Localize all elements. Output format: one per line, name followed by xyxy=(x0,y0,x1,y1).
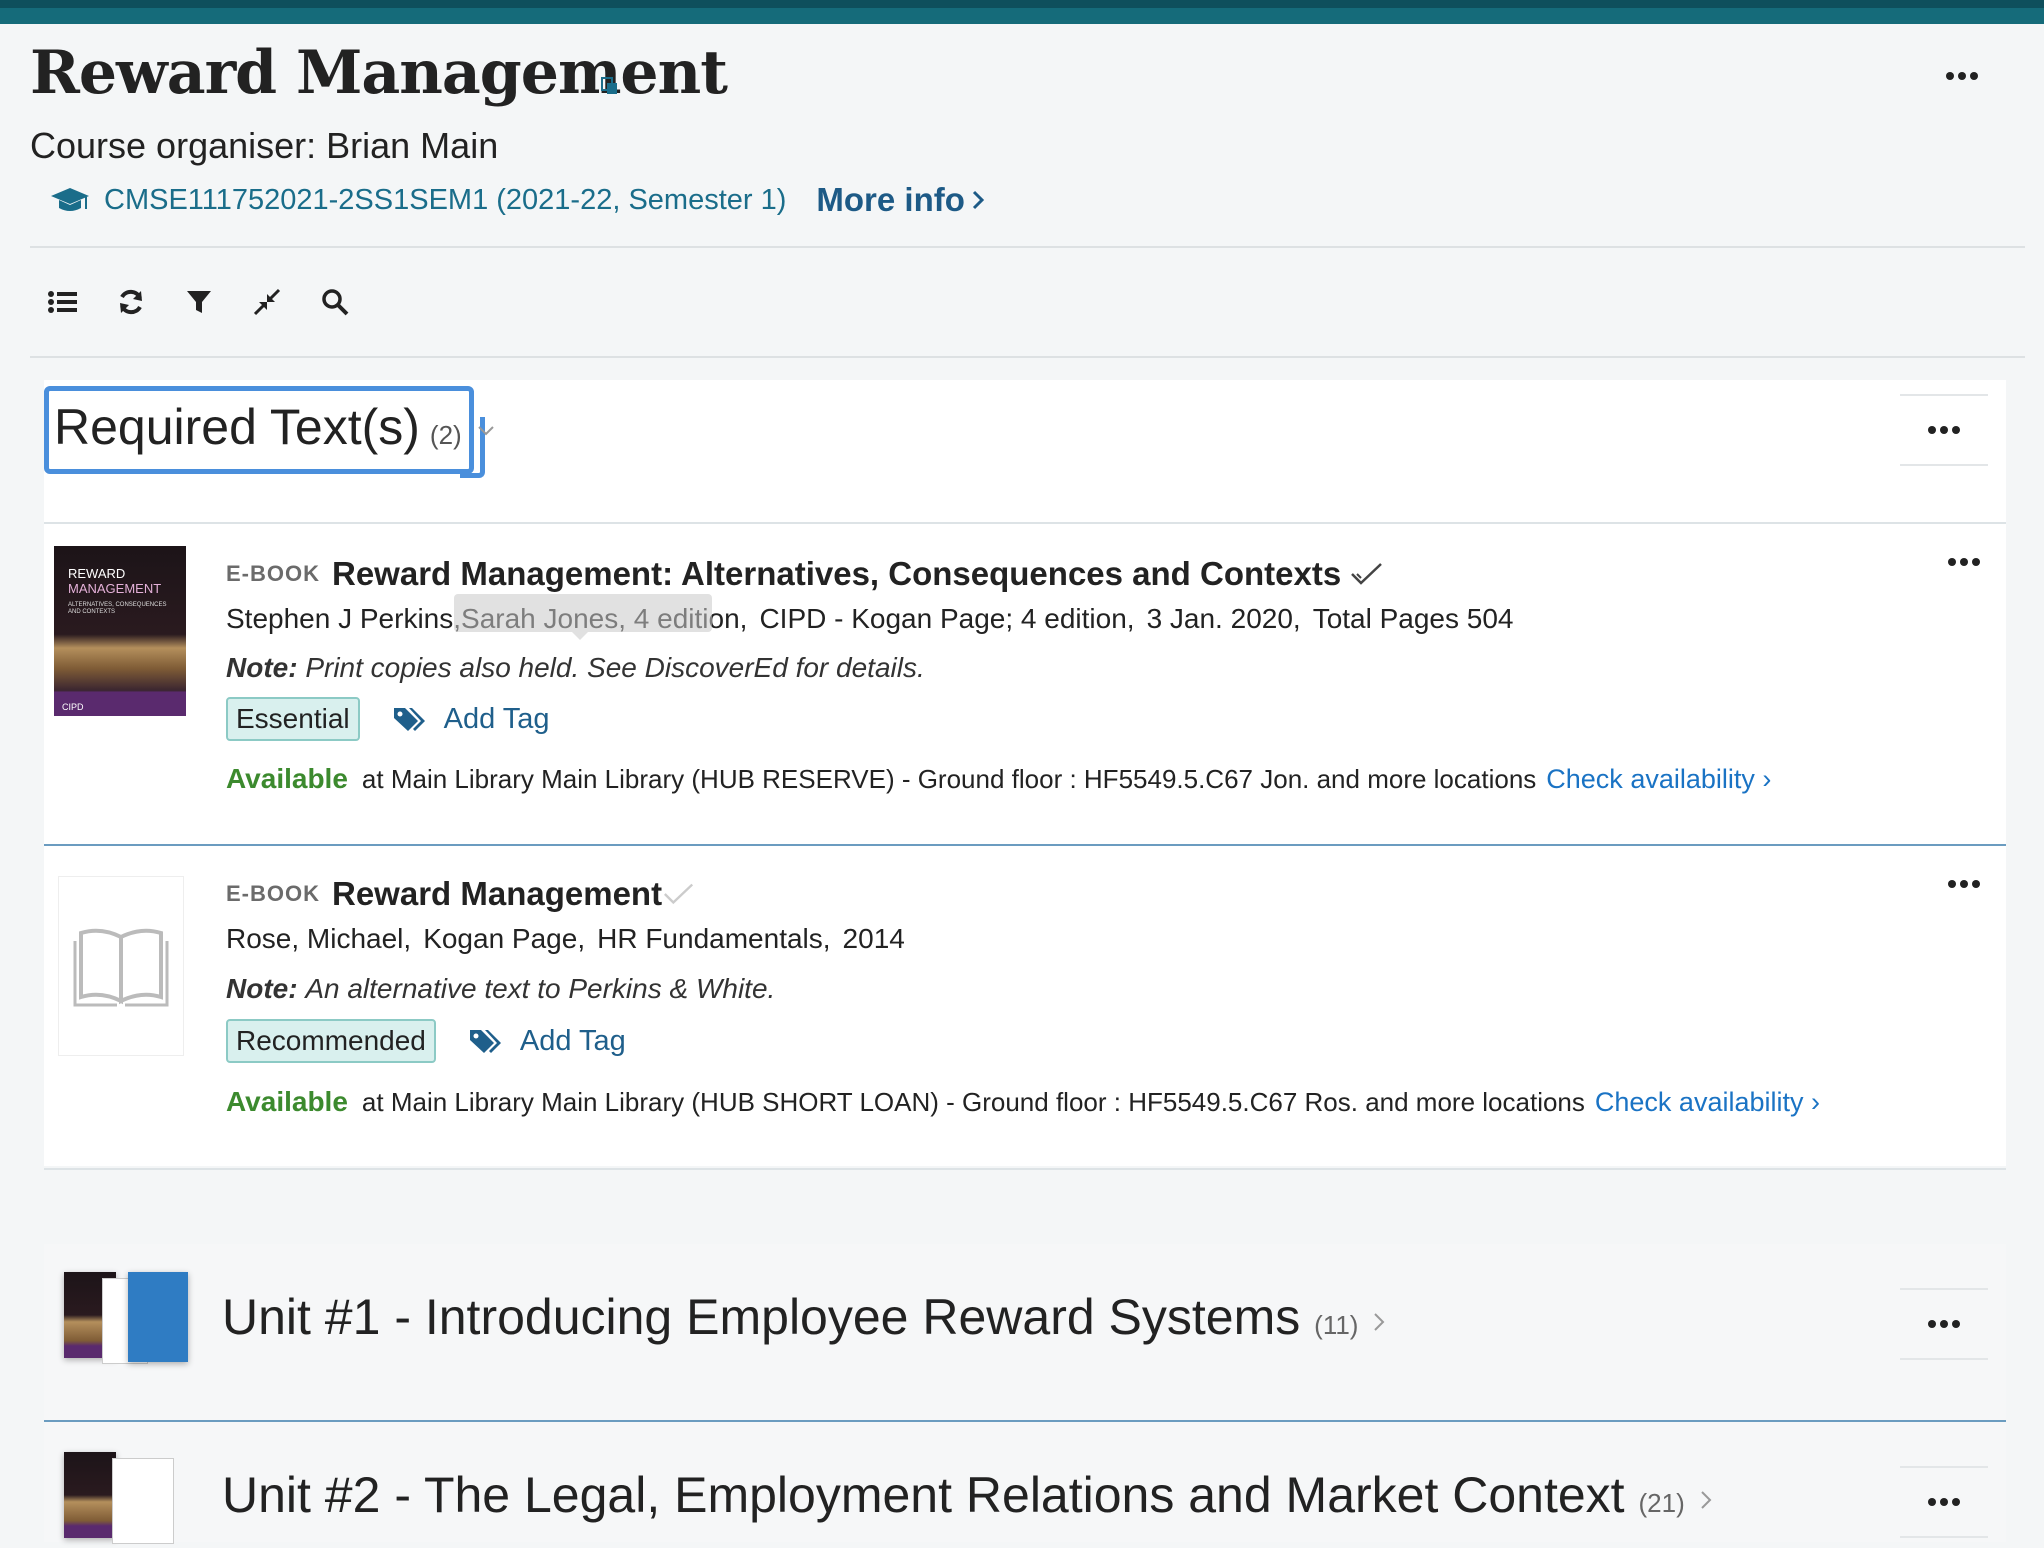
tags-icon xyxy=(393,708,425,731)
thumbnail-cover xyxy=(64,1452,116,1538)
divider xyxy=(30,246,2025,248)
chevron-right-icon xyxy=(972,190,985,210)
list-item: E-BOOK Reward Management Rose, Michael, … xyxy=(44,844,2006,1170)
section-header: Required Text(s) (2) xyxy=(44,380,2006,522)
item-details: E-BOOK Reward Management: Alternatives, … xyxy=(226,552,1771,814)
cover-publisher: CIPD xyxy=(62,702,84,712)
add-tag-label: Add Tag xyxy=(519,1024,626,1057)
refresh-button[interactable] xyxy=(112,283,150,321)
item-note: Print copies also held. See DiscoverEd f… xyxy=(305,652,925,683)
item-title-link[interactable]: Reward Management: Alternatives, Consequ… xyxy=(332,555,1341,593)
collapse-button[interactable] xyxy=(248,283,286,321)
unit-thumbnails xyxy=(64,1272,194,1368)
item-date: 3 Jan. 2020, xyxy=(1146,603,1301,634)
unit-title-label: Unit #2 - The Legal, Employment Relation… xyxy=(222,1467,1625,1523)
tags-icon xyxy=(469,1030,501,1053)
chevron-right-icon xyxy=(1374,1313,1385,1331)
section-more-button[interactable] xyxy=(1900,394,1988,466)
item-type: E-BOOK xyxy=(226,881,320,906)
check-availability-link[interactable]: Check availability › xyxy=(1595,1087,1820,1118)
note-label: Note: xyxy=(226,973,298,1004)
course-code-link[interactable]: CMSE111752021-2SS1SEM1 (2021-22, Semeste… xyxy=(104,184,786,217)
list-item: REWARD MANAGEMENT ALTERNATIVES, CONSEQUEN… xyxy=(44,522,2006,844)
cover-title: REWARD MANAGEMENT xyxy=(68,566,161,596)
refresh-icon xyxy=(120,289,142,315)
cover-line1: REWARD xyxy=(68,566,126,581)
importance-tag[interactable]: Recommended xyxy=(226,1019,436,1063)
item-series: HR Fundamentals, xyxy=(597,923,831,954)
check-availability-label: Check availability xyxy=(1546,763,1755,794)
divider xyxy=(30,356,2025,358)
collapse-icon xyxy=(253,288,281,316)
top-bar xyxy=(0,0,2044,24)
section-count: (2) xyxy=(429,420,462,450)
unit-thumbnails xyxy=(64,1452,194,1548)
unit-title-label: Unit #1 - Introducing Employee Reward Sy… xyxy=(222,1289,1301,1345)
add-tag-button[interactable]: Add Tag xyxy=(468,1025,626,1058)
list-toolbar xyxy=(44,280,354,324)
item-publisher: Kogan Page, xyxy=(423,923,586,954)
more-info-label: More info xyxy=(816,181,965,218)
book-cover[interactable]: REWARD MANAGEMENT ALTERNATIVES, CONSEQUEN… xyxy=(54,546,186,716)
item-title-link[interactable]: Reward Management xyxy=(332,875,662,913)
course-info: CMSE111752021-2SS1SEM1 (2021-22, Semeste… xyxy=(50,178,985,222)
importance-tag[interactable]: Essential xyxy=(226,697,360,741)
tooltip xyxy=(454,594,712,640)
thumbnail-cover xyxy=(112,1458,174,1544)
thumbnail-cover xyxy=(128,1272,188,1362)
item-publisher: CIPD - Kogan Page; 4 edition, xyxy=(759,603,1135,634)
item-year: 2014 xyxy=(842,923,905,954)
item-more-options-icon[interactable] xyxy=(1944,550,1984,574)
add-tag-label: Add Tag xyxy=(443,702,550,735)
unit-section[interactable]: Unit #2 - The Legal, Employment Relation… xyxy=(44,1422,2006,1544)
item-more-options-icon[interactable] xyxy=(1944,872,1984,896)
page-more-options-icon[interactable] xyxy=(1938,58,1986,94)
list-icon xyxy=(48,291,77,313)
chevron-down-icon xyxy=(477,426,494,436)
unit-title[interactable]: Unit #1 - Introducing Employee Reward Sy… xyxy=(222,1288,1386,1346)
filter-button[interactable] xyxy=(180,283,218,321)
filter-icon xyxy=(187,291,211,313)
book-placeholder-cover[interactable] xyxy=(58,876,184,1056)
availability-status: Available xyxy=(226,763,348,794)
item-type: E-BOOK xyxy=(226,561,320,586)
search-icon xyxy=(322,289,349,316)
item-details: E-BOOK Reward Management Rose, Michael, … xyxy=(226,872,1820,1138)
item-note: An alternative text to Perkins & White. xyxy=(305,973,776,1004)
availability-location: at Main Library Main Library (HUB SHORT … xyxy=(361,1086,1585,1117)
more-info-link[interactable]: More info xyxy=(816,181,985,219)
checkmark-icon[interactable] xyxy=(1349,561,1385,587)
chevron-right-icon xyxy=(1700,1491,1712,1509)
required-texts-section: Required Text(s) (2) REWARD MANAGEMENT ALT… xyxy=(44,380,2006,1170)
checkmark-icon[interactable] xyxy=(662,881,696,907)
cover-subtitle: ALTERNATIVES, CONSEQUENCES AND CONTEXTS xyxy=(68,602,167,615)
unit-more-button[interactable] xyxy=(1900,1288,1988,1360)
copy-link-icon[interactable] xyxy=(600,76,620,96)
item-pages: Total Pages 504 xyxy=(1312,603,1514,634)
unit-section[interactable]: Unit #1 - Introducing Employee Reward Sy… xyxy=(44,1244,2006,1422)
availability-status: Available xyxy=(226,1086,348,1117)
more-options-icon xyxy=(1928,1498,1960,1506)
add-tag-button[interactable]: Add Tag xyxy=(392,703,550,736)
section-title[interactable]: Required Text(s) (2) xyxy=(54,398,496,456)
unit-more-button[interactable] xyxy=(1900,1466,1988,1538)
check-availability-link[interactable]: Check availability › xyxy=(1546,764,1771,795)
list-view-button[interactable] xyxy=(44,283,82,321)
unit-count: (11) xyxy=(1314,1310,1359,1340)
graduation-cap-icon xyxy=(51,188,89,211)
more-options-icon xyxy=(1928,426,1960,434)
availability-location: at Main Library Main Library (HUB RESERV… xyxy=(361,763,1537,794)
more-options-icon xyxy=(1928,1320,1960,1328)
check-availability-label: Check availability xyxy=(1594,1086,1804,1117)
note-label: Note: xyxy=(226,652,298,683)
section-title-label: Required Text(s) xyxy=(54,399,420,455)
cover-line2: MANAGEMENT xyxy=(68,581,162,596)
open-book-icon xyxy=(73,928,169,1007)
unit-title[interactable]: Unit #2 - The Legal, Employment Relation… xyxy=(222,1466,1713,1524)
page-title: Reward Management xyxy=(30,38,728,108)
course-organiser: Course organiser: Brian Main xyxy=(30,125,499,166)
item-authors: Rose, Michael, xyxy=(226,923,412,954)
search-button[interactable] xyxy=(316,283,354,321)
